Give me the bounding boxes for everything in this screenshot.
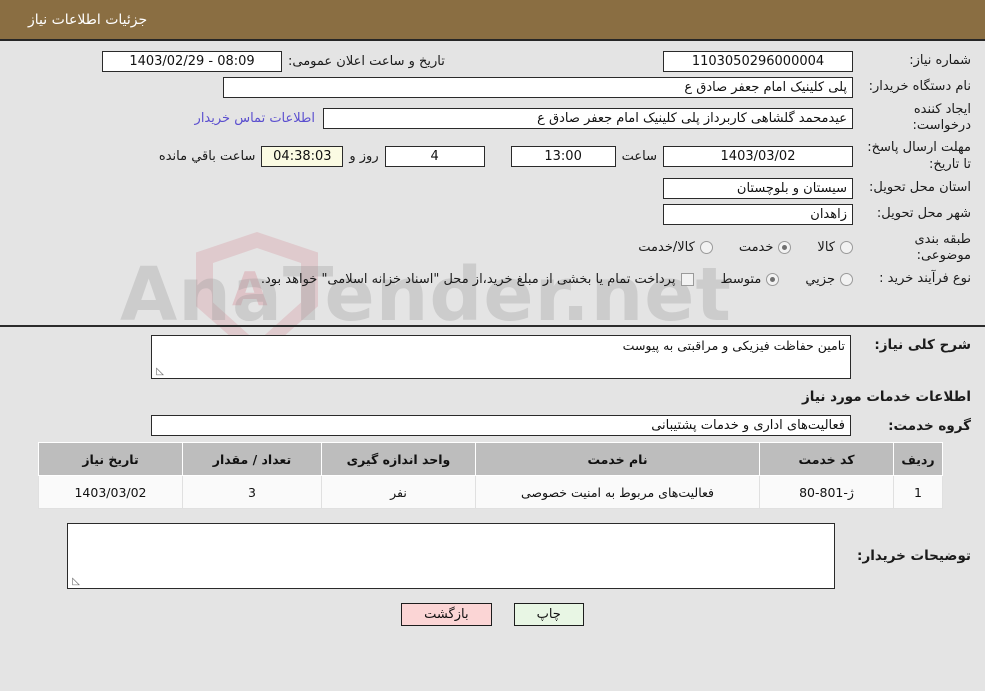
category-option-kala[interactable]: کالا — [817, 240, 853, 255]
need-number-value: 1103050296000004 — [663, 50, 853, 72]
countdown-label: ساعت باقي مانده — [158, 148, 256, 164]
row-deadline: مهلت ارسال پاسخ: تا تاریخ: 1403/03/02 سا… — [10, 139, 971, 174]
row-buyer-notes: توضیحات خریدار: ◺ — [10, 523, 971, 589]
days-label: روز و — [349, 148, 379, 164]
cell-need-date: 1403/03/02 — [38, 475, 183, 509]
col-service-code: کد خدمت — [759, 442, 894, 476]
hour-value: 13:00 — [510, 145, 616, 167]
radio-icon[interactable] — [840, 241, 853, 255]
deadline-label: مهلت ارسال پاسخ: تا تاریخ: — [867, 139, 971, 173]
radio-icon[interactable] — [840, 272, 853, 286]
creator-value: عیدمحمد گلشاهی کاربرداز پلی کلینیک امام … — [323, 107, 853, 129]
row-process-type: نوع فرآیند خرید : جزیي متوسط پرداخت تمام… — [10, 267, 971, 291]
radio-icon[interactable] — [778, 241, 792, 255]
buyer-notes-textarea[interactable]: ◺ — [67, 523, 835, 589]
announce-value: 08:09 - 1403/02/29 — [102, 50, 282, 72]
page-title: جزئیات اطلاعات نیاز — [28, 11, 148, 28]
print-button[interactable]: چاپ — [513, 603, 584, 626]
service-group-label: گروه خدمت: — [888, 417, 971, 434]
process-option-motevaset[interactable]: متوسط — [720, 271, 780, 287]
province-label: استان محل تحویل: — [869, 180, 971, 196]
process-option-label: جزیي — [805, 271, 835, 287]
province-value: سیستان و بلوچستان — [663, 178, 853, 200]
services-section-heading: اطلاعات خدمات مورد نیاز — [801, 389, 971, 405]
city-value: زاهدان — [663, 204, 853, 226]
row-city: شهر محل تحویل: زاهدان — [10, 204, 971, 226]
category-option-label: کالا — [817, 240, 835, 256]
category-label: طبقه بندی موضوعی: — [914, 231, 972, 263]
cell-quantity: 3 — [182, 475, 322, 509]
row-general-description: شرح کلی نیاز: تامین حفاظت فیزیکی و مراقب… — [10, 335, 971, 379]
need-info-panel: شماره نیاز: 1103050296000004 تاریخ و ساع… — [0, 41, 985, 327]
row-category: طبقه بندی موضوعی: کالا خدمت کالا/خدمت — [10, 232, 971, 265]
details-panel: شرح کلی نیاز: تامین حفاظت فیزیکی و مراقب… — [0, 327, 985, 589]
cell-service-code: ژ-801-80 — [759, 475, 894, 509]
category-option-label: خدمت — [738, 240, 774, 256]
col-service-name: نام خدمت — [475, 442, 760, 476]
deadline-date-value: 1403/03/02 — [663, 145, 853, 167]
buyer-org-value: پلی کلینیک امام جعفر صادق ع — [223, 76, 853, 98]
row-creator: ایجاد کننده درخواست: عیدمحمد گلشاهی کارب… — [10, 102, 971, 135]
radio-icon[interactable] — [766, 272, 780, 286]
hour-label: ساعت — [621, 148, 657, 164]
row-buyer-org: نام دستگاه خریدار: پلی کلینیک امام جعفر … — [10, 76, 971, 98]
action-buttons: چاپ بازگشت — [0, 603, 985, 626]
process-option-label: متوسط — [720, 271, 762, 287]
cell-service-name: فعالیت‌های مربوط به امنیت خصوصی — [475, 475, 760, 509]
row-province: استان محل تحویل: سیستان و بلوچستان — [10, 178, 971, 200]
row-need-number: شماره نیاز: 1103050296000004 تاریخ و ساع… — [10, 50, 971, 72]
table-header-row: ردیف کد خدمت نام خدمت واحد اندازه گیری ت… — [38, 442, 943, 476]
countdown-value: 04:38:03 — [261, 145, 344, 167]
category-option-khedmat[interactable]: خدمت — [739, 240, 792, 255]
days-remaining-value: 4 — [384, 145, 485, 167]
row-service-group: گروه خدمت: فعالیت‌های اداری و خدمات پشتی… — [10, 415, 971, 436]
category-option-kala-khedmat[interactable]: کالا/خدمت — [638, 240, 713, 255]
process-option-jozii[interactable]: جزیي — [805, 272, 853, 287]
radio-icon[interactable] — [699, 241, 713, 255]
description-value: تامین حفاظت فیزیکی و مراقبتی به پیوست — [622, 338, 845, 353]
service-group-value: فعالیت‌های اداری و خدمات پشتیبانی — [151, 415, 851, 436]
resize-handle-icon[interactable]: ◺ — [154, 367, 164, 377]
buyer-org-label: نام دستگاه خریدار: — [868, 78, 971, 94]
services-table: ردیف کد خدمت نام خدمت واحد اندازه گیری ت… — [38, 442, 943, 509]
cell-row-no: 1 — [893, 475, 943, 509]
table-row: 1 ژ-801-80 فعالیت‌های مربوط به امنیت خصو… — [38, 475, 943, 509]
category-option-label: کالا/خدمت — [638, 240, 695, 256]
city-label: شهر محل تحویل: — [876, 206, 971, 222]
buyer-contact-link[interactable]: اطلاعات تماس خریدار — [187, 111, 323, 126]
treasury-bond-checkbox[interactable] — [681, 272, 695, 286]
treasury-bond-note: پرداخت تمام یا بخشی از مبلغ خرید،از محل … — [260, 271, 676, 287]
cell-unit: نفر — [321, 475, 476, 509]
buyer-notes-label: توضیحات خریدار: — [857, 548, 971, 564]
description-textarea[interactable]: تامین حفاظت فیزیکی و مراقبتی به پیوست ◺ — [151, 335, 851, 379]
need-number-label: شماره نیاز: — [909, 52, 971, 68]
description-label: شرح کلی نیاز: — [874, 337, 971, 353]
col-need-date: تاریخ نیاز — [38, 442, 183, 476]
col-unit: واحد اندازه گیری — [321, 442, 476, 476]
announce-label: تاریخ و ساعت اعلان عمومی: — [288, 53, 445, 69]
process-label: نوع فرآیند خرید : — [879, 270, 971, 286]
back-button[interactable]: بازگشت — [401, 603, 492, 626]
creator-label: ایجاد کننده درخواست: — [912, 102, 971, 134]
titlebar: جزئیات اطلاعات نیاز — [0, 0, 985, 41]
resize-handle-icon[interactable]: ◺ — [70, 577, 80, 587]
col-row-no: ردیف — [893, 442, 943, 476]
col-quantity: تعداد / مقدار — [182, 442, 322, 476]
